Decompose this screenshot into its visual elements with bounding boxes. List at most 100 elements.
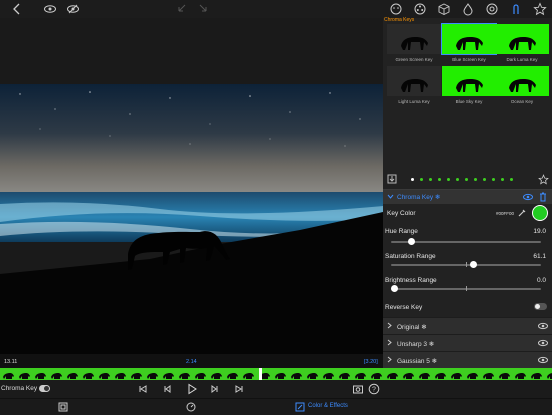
- preset-thumbnail: [387, 24, 441, 54]
- visibility-eye-icon[interactable]: [538, 339, 548, 347]
- playback-controls: Chroma Key ?: [0, 380, 552, 398]
- slider-knob[interactable]: [469, 261, 477, 268]
- step-forward-icon[interactable]: [210, 384, 220, 394]
- page-dot[interactable]: [501, 178, 504, 181]
- star-icon[interactable]: [533, 2, 547, 16]
- timeline-filmstrip[interactable]: [0, 368, 552, 380]
- redo-icon[interactable]: [196, 2, 210, 16]
- visibility-eye-icon[interactable]: [538, 356, 548, 364]
- preview-image: [0, 84, 383, 354]
- filmstrip-frame: [131, 373, 142, 379]
- page-dot[interactable]: [456, 178, 459, 181]
- page-dot[interactable]: [474, 178, 477, 181]
- filmstrip-frame: [547, 373, 552, 379]
- undo-icon[interactable]: [175, 2, 189, 16]
- back-chevron-icon[interactable]: [10, 2, 24, 16]
- cube-icon[interactable]: [437, 2, 451, 16]
- page-dot[interactable]: [429, 178, 432, 181]
- skip-start-icon[interactable]: [138, 384, 148, 394]
- reverse-key-toggle[interactable]: [534, 303, 547, 310]
- filmstrip-frame: [323, 373, 334, 379]
- effect-header[interactable]: Chroma Key ❄: [383, 189, 552, 204]
- filmstrip-frame: [467, 373, 478, 379]
- slider-center-tick: [466, 262, 467, 267]
- preset-blue-screen-key[interactable]: Blue Screen Key: [441, 23, 497, 64]
- stack-item-original[interactable]: Original ❄: [383, 317, 552, 334]
- palette-icon[interactable]: [413, 2, 427, 16]
- effect-name: Chroma Key ❄: [397, 194, 441, 201]
- chevron-right-icon[interactable]: [387, 356, 393, 363]
- brightness-range-slider[interactable]: [391, 285, 541, 293]
- eyedropper-icon[interactable]: [517, 208, 527, 218]
- eye-icon[interactable]: [43, 2, 57, 16]
- preset-light-luma-key[interactable]: Light Luma Key: [387, 66, 441, 106]
- reverse-key-label: Reverse Key: [385, 304, 423, 311]
- snapshot-icon[interactable]: [352, 383, 364, 395]
- page-dot[interactable]: [411, 178, 414, 181]
- drop-icon[interactable]: [461, 2, 475, 16]
- visibility-eye-icon[interactable]: [538, 322, 548, 330]
- preset-ocean-key[interactable]: Ocean Key: [495, 66, 549, 106]
- stack-item-gaussian[interactable]: Gaussian 5 ❄: [383, 351, 552, 368]
- toggle-thumb: [535, 304, 540, 309]
- filmstrip-frame: [419, 373, 430, 379]
- eye-settings-icon[interactable]: [66, 2, 80, 16]
- filmstrip-frame: [211, 373, 222, 379]
- filmstrip-frame: [163, 373, 174, 379]
- filmstrip-frame: [3, 373, 14, 379]
- skip-end-icon[interactable]: [234, 384, 244, 394]
- filmstrip-frames: [3, 373, 552, 379]
- time-left: 13.11: [4, 359, 18, 365]
- face-icon[interactable]: [389, 2, 403, 16]
- filmstrip-frame: [339, 373, 350, 379]
- stack-item-unsharp[interactable]: Unsharp 3 ❄: [383, 334, 552, 351]
- page-dot[interactable]: [510, 178, 513, 181]
- speed-icon[interactable]: [186, 402, 196, 412]
- time-ruler: 13.11 2.14 [3.20]: [0, 354, 383, 368]
- layer-toggle[interactable]: [39, 385, 50, 392]
- hue-range-slider[interactable]: [391, 238, 541, 246]
- page-dot[interactable]: [447, 178, 450, 181]
- filmstrip-frame: [275, 373, 286, 379]
- favorite-star-icon[interactable]: [538, 174, 549, 185]
- chevron-right-icon[interactable]: [387, 339, 393, 346]
- page-dot[interactable]: [438, 178, 441, 181]
- page-dot[interactable]: [465, 178, 468, 181]
- preset-dark-luma-key[interactable]: Dark Luma Key: [495, 24, 549, 64]
- filmstrip-frame: [179, 373, 190, 379]
- help-icon[interactable]: ?: [368, 383, 380, 395]
- play-icon[interactable]: [186, 383, 198, 395]
- preset-green-screen-key[interactable]: Green Screen Key: [387, 24, 441, 64]
- preset-thumbnail: [495, 24, 549, 54]
- preset-blue-sky-key[interactable]: Blue Sky Key: [442, 66, 496, 106]
- chevron-right-icon[interactable]: [387, 322, 393, 329]
- visibility-eye-icon[interactable]: [523, 193, 533, 201]
- color-effects-tab[interactable]: Color & Effects: [308, 403, 348, 409]
- key-color-label: Key Color: [387, 210, 416, 217]
- filmstrip-frame: [147, 373, 158, 379]
- trash-icon[interactable]: [539, 192, 547, 202]
- slider-knob[interactable]: [408, 238, 416, 245]
- video-viewer[interactable]: [0, 18, 383, 354]
- step-back-icon[interactable]: [162, 384, 172, 394]
- playhead[interactable]: [259, 368, 263, 380]
- filmstrip-frame: [35, 373, 46, 379]
- page-dot[interactable]: [483, 178, 486, 181]
- fit-icon[interactable]: [58, 402, 68, 412]
- key-color-swatch[interactable]: [532, 205, 548, 221]
- color-effects-tab-icon[interactable]: [295, 402, 305, 412]
- preset-label: Blue Screen Key: [452, 57, 486, 62]
- saturation-range-slider[interactable]: [391, 261, 541, 269]
- page-dot[interactable]: [420, 178, 423, 181]
- page-dot[interactable]: [492, 178, 495, 181]
- chevron-down-icon[interactable]: [387, 194, 394, 200]
- saturation-range-label: Saturation Range: [385, 253, 436, 260]
- page-indicator[interactable]: [411, 178, 521, 182]
- slider-knob[interactable]: [391, 285, 398, 292]
- slider-center-tick: [466, 286, 467, 291]
- color-key-icon[interactable]: [509, 2, 523, 16]
- compass-icon[interactable]: [485, 2, 499, 16]
- layer-name: Chroma Key: [1, 385, 38, 392]
- import-icon[interactable]: [387, 174, 397, 184]
- filmstrip-frame: [499, 373, 510, 379]
